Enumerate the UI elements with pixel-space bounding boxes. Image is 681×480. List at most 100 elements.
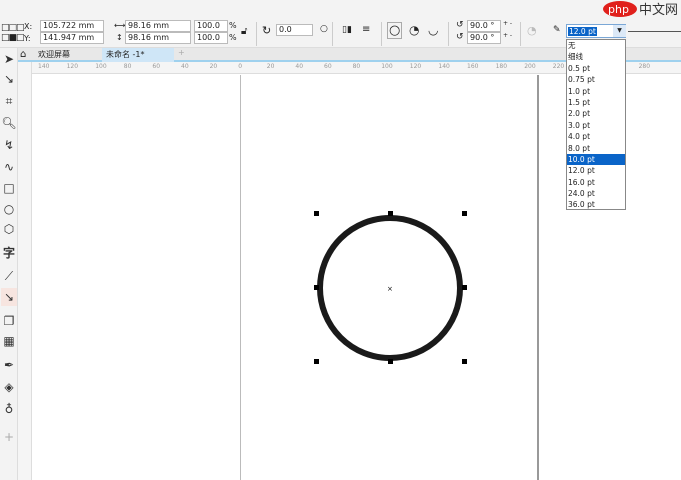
shadow-tool-icon[interactable]: ❐ xyxy=(1,312,17,330)
reference-point-icon[interactable]: □□□ □■□ xyxy=(1,23,24,43)
start-angle-input[interactable]: 90.0 ° xyxy=(467,20,501,32)
outline-tool-icon[interactable]: ♁ xyxy=(1,400,17,418)
dropdown-option[interactable]: 10.0 pt xyxy=(567,153,625,166)
arc-mode-icon[interactable]: ◡ xyxy=(428,23,438,37)
scale-height-input[interactable]: 100.0 xyxy=(194,32,228,44)
ellipse-tool-icon[interactable]: ○ xyxy=(1,200,17,218)
end-angle-input[interactable]: 90.0 ° xyxy=(467,32,501,44)
dropdown-option[interactable]: 2.0 pt xyxy=(567,108,625,119)
tab-welcome[interactable]: 欢迎屏幕 xyxy=(34,48,106,62)
eyedropper-tool-icon[interactable]: ✒ xyxy=(1,356,17,374)
dropdown-option[interactable]: 24.0 pt xyxy=(567,188,625,199)
end-angle-stepper[interactable]: + - xyxy=(503,32,512,39)
watermark-logo: php 中文网 xyxy=(600,0,681,18)
line-style-preview[interactable] xyxy=(628,31,681,32)
direction-icon[interactable]: ◔ xyxy=(527,24,537,37)
dropdown-option[interactable]: 16.0 pt xyxy=(567,177,625,188)
width-input[interactable]: 98.16 mm xyxy=(125,20,191,32)
transparency-tool-icon[interactable]: ▦ xyxy=(1,332,17,350)
ruler-tick-label: 280 xyxy=(638,63,651,70)
ellipse-mode-icon[interactable]: ○ xyxy=(387,22,403,39)
lock-ratio-icon[interactable]: 🔓︎ xyxy=(241,26,247,37)
selection-handle[interactable] xyxy=(314,285,319,290)
ruler-tick-label: 140 xyxy=(38,63,50,70)
menu-toolbar xyxy=(0,0,681,18)
new-tab-icon[interactable]: + xyxy=(178,48,185,57)
fill-tool-icon[interactable]: ◈ xyxy=(1,378,17,396)
selection-handle[interactable] xyxy=(462,211,467,216)
vertical-ruler xyxy=(18,62,32,480)
outline-width-select[interactable]: 12.0 pt ▼ xyxy=(566,24,626,38)
chevron-down-icon[interactable]: ▼ xyxy=(613,25,626,37)
ruler-tick-label: 180 xyxy=(495,63,508,70)
selection-handle[interactable] xyxy=(314,359,319,364)
ruler-tick-label: 20 xyxy=(209,63,218,70)
crop-tool-icon[interactable]: ⌗ xyxy=(1,92,17,110)
ruler-tick-label: 220 xyxy=(552,63,565,70)
dropdown-option[interactable]: 无 xyxy=(567,40,625,51)
end-angle-icon: ↺ xyxy=(456,32,464,42)
text-tool-icon[interactable]: 字 xyxy=(1,244,17,262)
dropdown-option[interactable]: 36.0 pt xyxy=(567,199,625,210)
ruler-tick-label: 140 xyxy=(438,63,450,70)
pick-tool-icon[interactable]: ➤ xyxy=(1,50,17,68)
ruler-tick-label: 120 xyxy=(66,63,79,70)
tab-label: 欢迎屏幕 xyxy=(38,50,70,59)
polygon-tool-icon[interactable]: ⬡ xyxy=(1,220,17,238)
rotate-icon: ↻ xyxy=(262,24,272,37)
outline-width-value[interactable]: 12.0 pt xyxy=(568,27,597,36)
ruler-tick-label: 40 xyxy=(295,63,304,70)
dropdown-option[interactable]: 12.0 pt xyxy=(567,165,625,176)
dropdown-option[interactable]: 4.0 pt xyxy=(567,131,625,142)
ruler-tick-label: 20 xyxy=(266,63,275,70)
selection-handle[interactable] xyxy=(388,211,393,216)
width-icon: ⟷ xyxy=(114,21,126,30)
ruler-tick-label: 200 xyxy=(524,63,536,70)
outline-width-dropdown: 无细线 0.5 pt 0.75 pt 1.0 pt 1.5 pt 2.0 pt 3.0 pt… xyxy=(566,39,626,210)
y-position-input[interactable]: 141.947 mm xyxy=(40,32,104,44)
distribute-icon[interactable]: ≡ xyxy=(362,24,370,35)
rotation-input[interactable]: 0.0 xyxy=(276,24,313,36)
x-position-input[interactable]: 105.722 mm xyxy=(40,20,104,32)
dropdown-option[interactable]: 1.0 pt xyxy=(567,86,625,97)
ruler-tick-label: 100 xyxy=(95,63,107,70)
align-icon[interactable]: ▯▮ xyxy=(342,25,352,35)
dropdown-option[interactable]: 3.0 pt xyxy=(567,120,625,131)
selection-handle[interactable] xyxy=(462,359,467,364)
add-tool-icon[interactable]: + xyxy=(1,428,17,446)
zoom-tool-icon[interactable]: 🔍︎ xyxy=(1,114,17,132)
svg-text:中文网: 中文网 xyxy=(639,3,678,18)
percent-label: % xyxy=(229,21,237,30)
dropdown-option[interactable]: 8.0 pt xyxy=(567,143,625,154)
dimension-tool-icon[interactable]: ⟋ xyxy=(1,267,17,285)
shape-tool-icon[interactable]: ↘ xyxy=(1,70,17,88)
artistic-media-icon[interactable]: ∿ xyxy=(1,158,17,176)
ruler-tick-label: 80 xyxy=(352,63,361,70)
height-input[interactable]: 98.16 mm xyxy=(125,32,191,44)
ruler-tick-label: 60 xyxy=(152,63,161,70)
pie-mode-icon[interactable]: ◔ xyxy=(409,23,419,37)
scale-width-input[interactable]: 100.0 xyxy=(194,20,228,32)
home-icon[interactable]: ⌂ xyxy=(20,49,26,60)
svg-text:php: php xyxy=(608,3,629,16)
pen-outline-icon: ✎ xyxy=(553,25,561,35)
divider xyxy=(381,22,382,46)
dropdown-option[interactable]: 细线 xyxy=(567,51,625,62)
dropdown-option[interactable]: 1.5 pt xyxy=(567,97,625,108)
freehand-tool-icon[interactable]: ↯ xyxy=(1,136,17,154)
percent-label: % xyxy=(229,33,237,42)
dropdown-option[interactable]: 0.5 pt xyxy=(567,63,625,74)
divider xyxy=(448,22,449,46)
start-angle-stepper[interactable]: + - xyxy=(503,20,512,27)
selection-handle[interactable] xyxy=(314,211,319,216)
selection-handle[interactable] xyxy=(388,359,393,364)
connector-tool-icon[interactable]: ↘ xyxy=(1,288,17,306)
toolbox: ➤ ↘ ⌗ 🔍︎ ↯ ∿ □ ○ ⬡ 字 ⟋ ↘ ❐ ▦ ✒ ◈ ♁ + xyxy=(0,48,18,480)
tab-untitled[interactable]: 未命名 -1* xyxy=(102,48,174,62)
selection-handle[interactable] xyxy=(462,285,467,290)
dropdown-option[interactable]: 0.75 pt xyxy=(567,74,625,85)
rectangle-tool-icon[interactable]: □ xyxy=(1,179,17,197)
divider xyxy=(520,22,521,46)
svg-text:×: × xyxy=(387,285,393,293)
mirror-icon[interactable]: ○ xyxy=(320,24,328,34)
